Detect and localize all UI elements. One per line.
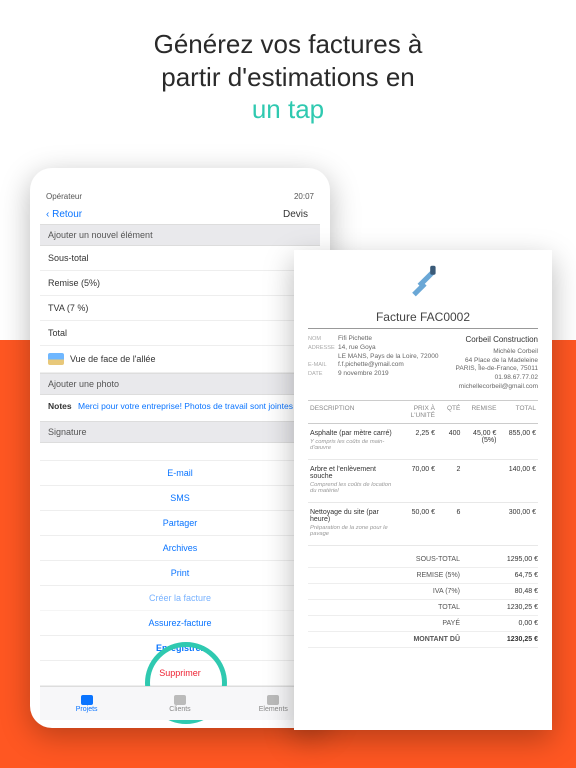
tab-projets[interactable]: Projets [40,687,133,720]
save-button[interactable]: Enregistrer [40,636,320,661]
tools-icon [405,264,441,300]
archive-button[interactable]: Archives [40,536,320,561]
col-unit-price: PRIX À L'UNITÉ [397,405,437,419]
add-element-header[interactable]: Ajouter un nouvel élément [40,224,320,246]
signature-header[interactable]: Signature [40,421,320,443]
subtotal-label: Sous-total [48,253,89,263]
from-eml: f.f.pichette@ymail.com [338,361,404,368]
hero-line2: partir d'estimations en [161,62,415,92]
invoice-table-body: Asphalte (par mètre carré)Y compris les … [308,424,538,546]
col-total: TOTAL [498,405,538,419]
address-block: NOMFifi Pichette ADRESSE14, rue Goya LE … [308,335,538,392]
notes-label: Notes [48,401,72,411]
share-button[interactable]: Partager [40,511,320,536]
invoice-row: Asphalte (par mètre carré)Y compris les … [308,424,538,460]
to-email: michellecorbeil@gmail.com [456,383,539,392]
elements-icon [267,695,279,705]
to-phone: 01.98.67.77.02 [456,374,539,383]
assure-invoice-button[interactable]: Assurez-facture [40,611,320,636]
signature-pad[interactable] [40,443,320,461]
tab-clients[interactable]: Clients [133,687,226,720]
from-block: NOMFifi Pichette ADRESSE14, rue Goya LE … [308,335,438,392]
photo-caption: Vue de face de l'allée [70,354,155,364]
tab-projets-label: Projets [76,706,98,713]
total-row: REMISE (5%)64,75 € [308,568,538,584]
tab-clients-label: Clients [169,706,190,713]
back-button[interactable]: ‹ Retour [46,209,82,220]
nav-bar: ‹ Retour Devis [40,205,320,224]
create-invoice-button[interactable]: Créer la facture [40,586,320,611]
to-adr2: PARIS, Île-de-France, 75011 [456,365,539,374]
invoice-title: Facture FAC0002 [308,310,538,329]
add-photo-button[interactable]: Ajouter une photo [40,373,320,395]
from-eml-label: E-MAIL [308,362,338,370]
invoice-totals: SOUS-TOTAL1295,00 €REMISE (5%)64,75 €IVA… [308,552,538,648]
total-row: SOUS-TOTAL1295,00 € [308,552,538,568]
status-time: 20:07 [294,192,314,201]
nav-title: Devis [82,209,314,220]
total-label: Total [48,328,67,338]
total-row: MONTANT DÛ1230,25 € [308,632,538,648]
projets-icon [81,695,93,705]
photo-row[interactable]: Vue de face de l'allée [40,346,320,373]
hero-accent: un tap [252,94,324,124]
hero-line1: Générez vos factures à [154,29,423,59]
print-button[interactable]: Print [40,561,320,586]
tab-elements-label: Elements [259,706,288,713]
row-subtotal: Sous-total [40,246,320,271]
tab-bar: Projets Clients Elements [40,686,320,720]
discount-label: Remise (5%) [48,278,100,288]
row-tva: TVA (7 %) [40,296,320,321]
invoice-row: Nettoyage du site (par heure)Préparation… [308,503,538,546]
to-block: Corbeil Construction Michèle Corbeil 64 … [456,335,539,392]
total-row: IVA (7%)80,48 € [308,584,538,600]
from-adr-label: ADRESSE [308,345,338,353]
row-discount: Remise (5%) [40,271,320,296]
clients-icon [174,695,186,705]
status-bar: Opérateur 20:07 [40,192,320,205]
total-row: TOTAL1230,25 € [308,600,538,616]
delete-button[interactable]: Supprimer [40,661,320,686]
to-adr1: 64 Place de la Madeleine [456,357,539,366]
notes-text: Merci pour votre entreprise! Photos de t… [78,401,300,411]
carrier-label: Opérateur [46,192,82,201]
from-adr1: 14, rue Goya [338,344,376,351]
total-row: PAYÉ0,00 € [308,616,538,632]
from-date-label: DATE [308,371,338,379]
from-adr2: LE MANS, Pays de la Loire, 72000 [338,353,438,360]
invoice-table-head: DESCRIPTION PRIX À L'UNITÉ QTÉ REMISE TO… [308,400,538,424]
sms-button[interactable]: SMS [40,486,320,511]
invoice-row: Arbre et l'enlèvement soucheComprend les… [308,460,538,503]
col-description: DESCRIPTION [308,405,397,419]
from-nom-label: NOM [308,336,338,344]
from-date: 9 novembre 2019 [338,370,389,377]
to-name: Michèle Corbeil [456,348,539,357]
notes-row[interactable]: Notes Merci pour votre entreprise! Photo… [40,395,320,421]
invoice-logo [308,264,538,302]
photo-thumb-icon [48,353,64,365]
col-discount: REMISE [462,405,498,419]
email-button[interactable]: E-mail [40,461,320,486]
from-nom: Fifi Pichette [338,335,372,342]
to-company: Corbeil Construction [456,335,539,346]
tva-label: TVA (7 %) [48,303,88,313]
tablet-mock: Opérateur 20:07 ‹ Retour Devis Ajouter u… [30,168,330,728]
invoice-sheet: Facture FAC0002 NOMFifi Pichette ADRESSE… [294,250,552,730]
row-total: Total [40,321,320,346]
hero-headline: Générez vos factures à partir d'estimati… [0,0,576,140]
back-label: Retour [52,209,82,220]
col-qty: QTÉ [437,405,462,419]
